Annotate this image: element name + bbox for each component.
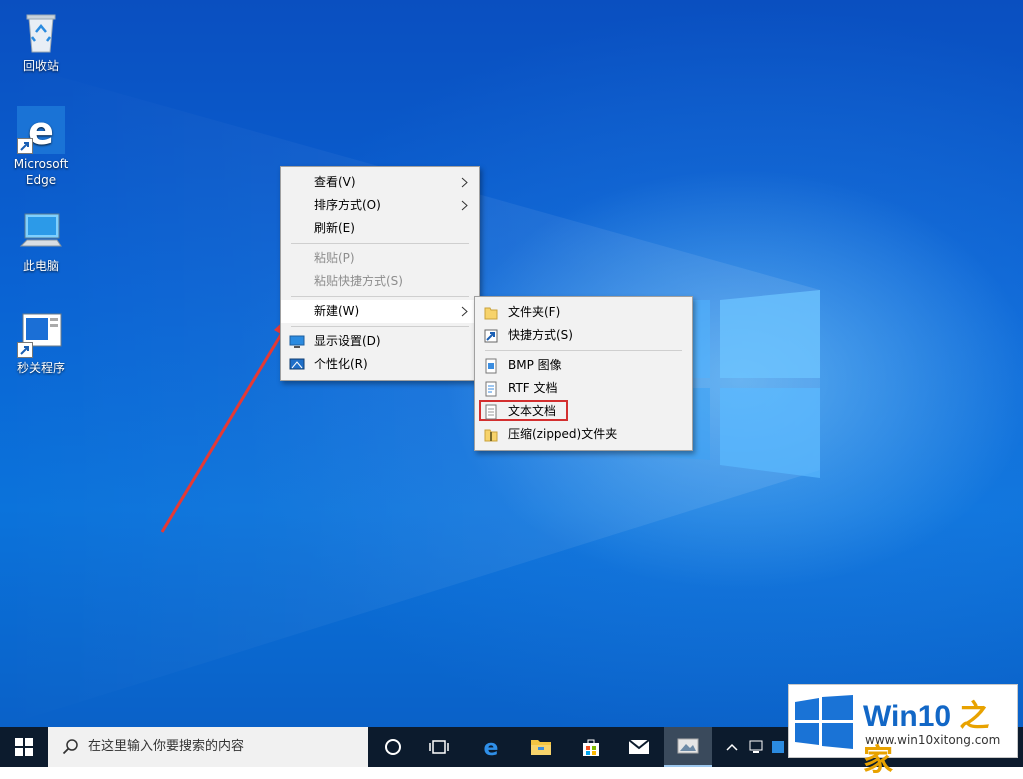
menu-separator bbox=[485, 350, 682, 351]
mail-icon bbox=[628, 739, 650, 754]
watermark-brand-prefix: Win10 bbox=[863, 700, 960, 733]
menu-item-label: 粘贴(P) bbox=[314, 251, 355, 265]
display-settings-icon bbox=[289, 335, 305, 348]
menu-item-paste-shortcut: 粘贴快捷方式(S) bbox=[281, 270, 479, 293]
personalize-icon bbox=[289, 358, 305, 370]
shortcut-arrow-icon bbox=[17, 138, 33, 154]
menu-item-label: 显示设置(D) bbox=[314, 334, 381, 348]
menu-item-new[interactable]: 新建(W) bbox=[281, 300, 479, 323]
desktop-icon-label: 回收站 bbox=[22, 59, 59, 73]
menu-item-view[interactable]: 查看(V) bbox=[281, 171, 479, 194]
edge-icon: e bbox=[484, 736, 499, 758]
task-view-icon bbox=[429, 740, 449, 754]
chevron-right-icon bbox=[461, 200, 468, 211]
menu-item-label: 快捷方式(S) bbox=[508, 328, 573, 342]
edge-icon: e bbox=[17, 106, 65, 154]
menu-item-label: 排序方式(O) bbox=[314, 198, 381, 212]
chevron-right-icon bbox=[461, 306, 468, 317]
text-document-icon bbox=[485, 404, 497, 420]
menu-separator bbox=[291, 296, 469, 297]
submenu-item-rtf[interactable]: RTF 文档 bbox=[475, 377, 692, 400]
menu-item-label: RTF 文档 bbox=[508, 381, 558, 395]
desktop-icon-label: 秒关程序 bbox=[16, 361, 65, 375]
tray-app-icon bbox=[772, 741, 784, 753]
menu-item-label: 新建(W) bbox=[314, 304, 360, 318]
submenu-item-zip[interactable]: 压缩(zipped)文件夹 bbox=[475, 423, 692, 446]
desktop-icon-this-pc[interactable]: 此电脑 bbox=[4, 208, 78, 274]
menu-item-personalize[interactable]: 个性化(R) bbox=[281, 353, 479, 376]
submenu-item-shortcut[interactable]: 快捷方式(S) bbox=[475, 324, 692, 347]
taskbar-explorer-button[interactable] bbox=[518, 727, 564, 767]
submenu-item-folder[interactable]: 文件夹(F) bbox=[475, 301, 692, 324]
taskbar-mail-button[interactable] bbox=[616, 727, 662, 767]
chevron-up-icon bbox=[726, 743, 738, 751]
cortana-button[interactable] bbox=[372, 727, 414, 767]
watermark-url: www.win10xitong.com bbox=[865, 733, 1001, 747]
search-placeholder: 在这里输入你要搜索的内容 bbox=[88, 739, 245, 754]
bmp-image-icon bbox=[485, 358, 497, 374]
rtf-document-icon bbox=[485, 381, 497, 397]
shortcut-arrow-icon bbox=[17, 342, 33, 358]
network-icon bbox=[749, 740, 763, 753]
menu-item-display-settings[interactable]: 显示设置(D) bbox=[281, 330, 479, 353]
menu-item-label: 刷新(E) bbox=[314, 221, 355, 235]
tray-network[interactable] bbox=[746, 727, 766, 767]
cortana-icon bbox=[385, 739, 401, 755]
menu-item-paste: 粘贴(P) bbox=[281, 247, 479, 270]
watermark: Win10 之家 www.win10xitong.com bbox=[788, 684, 1018, 777]
program-icon bbox=[17, 310, 65, 358]
menu-item-label: 文件夹(F) bbox=[508, 305, 561, 319]
desktop-icon-recycle-bin[interactable]: 回收站 bbox=[4, 8, 78, 74]
context-menu: 查看(V) 排序方式(O) 刷新(E) 粘贴(P) 粘贴快捷方式(S) 新建(W… bbox=[280, 166, 480, 381]
windows-logo-icon bbox=[795, 695, 853, 749]
submenu-item-text-document[interactable]: 文本文档 bbox=[475, 400, 692, 423]
taskbar-photos-button[interactable] bbox=[664, 727, 712, 767]
task-view-button[interactable] bbox=[418, 727, 460, 767]
zip-folder-icon bbox=[484, 429, 498, 442]
photos-icon bbox=[677, 738, 699, 754]
tray-show-hidden[interactable] bbox=[722, 727, 742, 767]
computer-icon bbox=[17, 208, 65, 256]
svg-text:e: e bbox=[484, 736, 499, 758]
tray-app[interactable] bbox=[768, 727, 788, 767]
menu-item-label: 个性化(R) bbox=[314, 357, 368, 371]
search-icon bbox=[62, 739, 78, 755]
start-icon bbox=[15, 738, 33, 756]
recycle-bin-icon bbox=[17, 8, 65, 56]
menu-item-sort-by[interactable]: 排序方式(O) bbox=[281, 194, 479, 217]
menu-item-label: 压缩(zipped)文件夹 bbox=[508, 427, 618, 441]
desktop-icon-edge[interactable]: e Microsoft Edge bbox=[4, 106, 78, 188]
shortcut-icon bbox=[484, 329, 498, 343]
chevron-right-icon bbox=[461, 177, 468, 188]
file-explorer-icon bbox=[531, 740, 551, 755]
menu-separator bbox=[291, 326, 469, 327]
menu-item-label: BMP 图像 bbox=[508, 358, 562, 372]
desktop[interactable]: 回收站 e Microsoft Edge 此电脑 秒关程序 查看(V) 排序方式… bbox=[0, 0, 1023, 727]
menu-item-refresh[interactable]: 刷新(E) bbox=[281, 217, 479, 240]
desktop-icon-label: 此电脑 bbox=[22, 259, 59, 273]
desktop-icon-label: Microsoft Edge bbox=[13, 157, 69, 187]
menu-item-label: 粘贴快捷方式(S) bbox=[314, 274, 403, 288]
store-icon bbox=[583, 739, 599, 756]
new-submenu: 文件夹(F) 快捷方式(S) BMP 图像 RTF 文档 文本文档 压缩(zip… bbox=[474, 296, 693, 451]
taskbar-store-button[interactable] bbox=[568, 727, 614, 767]
start-button[interactable] bbox=[0, 727, 48, 767]
menu-item-label: 查看(V) bbox=[314, 175, 356, 189]
taskbar-edge-button[interactable]: e bbox=[468, 727, 514, 767]
folder-icon bbox=[484, 307, 498, 320]
desktop-icon-program[interactable]: 秒关程序 bbox=[4, 310, 78, 376]
menu-separator bbox=[291, 243, 469, 244]
submenu-item-bmp[interactable]: BMP 图像 bbox=[475, 354, 692, 377]
search-box[interactable]: 在这里输入你要搜索的内容 bbox=[48, 727, 368, 767]
